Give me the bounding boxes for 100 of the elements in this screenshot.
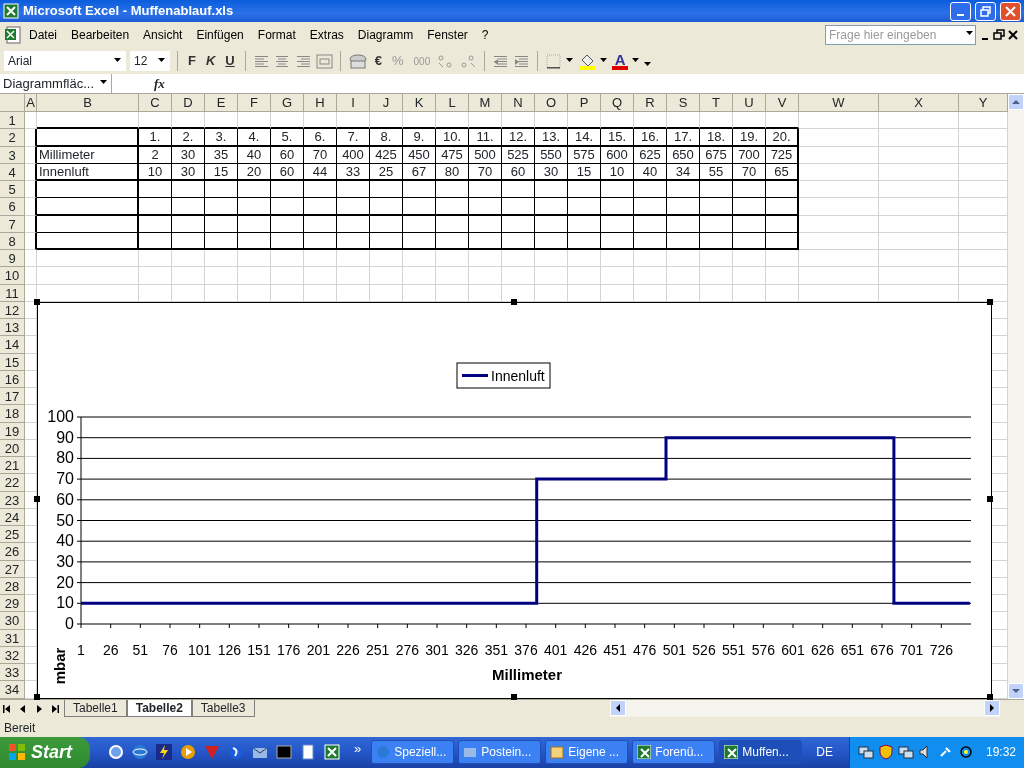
column-header[interactable]: D: [172, 94, 205, 112]
currency-icon[interactable]: [347, 52, 368, 70]
sheet-cell[interactable]: [601, 181, 634, 199]
sheet-cell[interactable]: [733, 198, 766, 216]
sheet-cell[interactable]: [205, 198, 238, 216]
menu-item[interactable]: Format: [250, 24, 303, 46]
column-header[interactable]: T: [700, 94, 733, 112]
sheet-cell[interactable]: 7.: [337, 129, 370, 147]
column-header[interactable]: N: [502, 94, 535, 112]
sheet-cell[interactable]: [25, 198, 37, 216]
bold-button[interactable]: F: [185, 50, 199, 72]
sheet-cell[interactable]: 8.: [370, 129, 403, 147]
sheet-cell[interactable]: [667, 181, 700, 199]
row-header[interactable]: 10: [0, 267, 25, 285]
sheet-cell[interactable]: [25, 129, 37, 147]
row-header[interactable]: 33: [0, 664, 25, 682]
sheet-cell[interactable]: [601, 198, 634, 216]
name-box[interactable]: Diagrammfläc...: [0, 73, 112, 94]
sheet-cell[interactable]: [634, 198, 667, 216]
scroll-right-button[interactable]: [984, 699, 1000, 716]
sheet-cell[interactable]: [403, 181, 436, 199]
last-sheet-icon[interactable]: [50, 702, 62, 715]
column-header[interactable]: O: [535, 94, 568, 112]
media-icon[interactable]: [180, 744, 196, 761]
row-header[interactable]: 2: [0, 129, 25, 147]
column-header[interactable]: V: [766, 94, 799, 112]
row-header[interactable]: 6: [0, 198, 25, 216]
sheet-cell[interactable]: 11.: [469, 129, 502, 147]
column-header[interactable]: R: [634, 94, 667, 112]
column-header[interactable]: A: [25, 94, 37, 112]
function-button[interactable]: fx: [154, 73, 165, 94]
scroll-left-button[interactable]: [610, 699, 626, 716]
sheet-cell[interactable]: [403, 198, 436, 216]
excel-icon[interactable]: [324, 744, 340, 761]
row-header[interactable]: 21: [0, 457, 25, 475]
menu-item[interactable]: Fenster: [420, 24, 475, 46]
sheet-cell[interactable]: [337, 198, 370, 216]
sheet-cell[interactable]: 5.: [271, 129, 304, 147]
sheet-cell[interactable]: [700, 181, 733, 199]
lightning-icon[interactable]: [156, 744, 172, 761]
column-header[interactable]: I: [337, 94, 370, 112]
column-header[interactable]: M: [469, 94, 502, 112]
sheet-cell[interactable]: [25, 181, 37, 199]
close-button[interactable]: [1000, 1, 1021, 21]
column-header[interactable]: H: [304, 94, 337, 112]
sheet-cell[interactable]: [469, 198, 502, 216]
sheet-cell[interactable]: 16.: [634, 129, 667, 147]
horizontal-scrollbar[interactable]: [610, 699, 1000, 717]
row-header[interactable]: 25: [0, 526, 25, 544]
menu-item[interactable]: Bearbeiten: [64, 24, 137, 46]
sheet-cell[interactable]: [502, 198, 535, 216]
sheet-cell[interactable]: [139, 181, 172, 199]
sheet-cell[interactable]: [271, 181, 304, 199]
sheet-cell[interactable]: [172, 181, 205, 199]
minimize-button[interactable]: [950, 1, 971, 21]
sheet-cell[interactable]: [502, 181, 535, 199]
sheet-cell[interactable]: 4.: [238, 129, 271, 147]
sheet-cell[interactable]: [436, 181, 469, 199]
sheet-cell[interactable]: 2.: [172, 129, 205, 147]
sheet-cell[interactable]: 19.: [733, 129, 766, 147]
close-icon[interactable]: [1006, 29, 1020, 41]
menu-item[interactable]: Ansicht: [136, 24, 190, 46]
wireless-icon[interactable]: [958, 744, 974, 761]
console-icon[interactable]: [276, 744, 292, 761]
sheet-cell[interactable]: [568, 181, 601, 199]
sheet-cell[interactable]: 9.: [403, 129, 436, 147]
font-name-field[interactable]: Arial: [4, 51, 126, 71]
taskbar-button[interactable]: Eigene ...: [545, 740, 629, 765]
sheet-cell[interactable]: [238, 181, 271, 199]
sheet-cell[interactable]: [304, 198, 337, 216]
selection-handle[interactable]: [987, 298, 993, 305]
chart-area[interactable]: 0 10 20 30 40 50 60 70 80 90 100 1 26 51 76 101 126 151 176 201 226 251 276 301 326 351 376 401 426 451 476 501 526 551 576 601 626 651 676 701 726 Innenluft Millimeter mbar: [37, 301, 992, 699]
sheet-cell[interactable]: 20.: [766, 129, 799, 147]
sheet-cell[interactable]: [568, 198, 601, 216]
row-header[interactable]: 9: [0, 250, 25, 268]
row-header[interactable]: 18: [0, 405, 25, 423]
sheet-cell[interactable]: 3.: [205, 129, 238, 147]
sheet-cell[interactable]: [304, 181, 337, 199]
more-button[interactable]: »: [354, 738, 362, 758]
selection-handle[interactable]: [987, 496, 993, 503]
shield-icon[interactable]: [878, 744, 894, 761]
font-color-button[interactable]: A: [612, 52, 629, 70]
column-header[interactable]: K: [403, 94, 436, 112]
sheet-cell[interactable]: 15.: [601, 129, 634, 147]
selection-handle[interactable]: [510, 693, 517, 700]
row-header[interactable]: 1: [0, 112, 25, 130]
fill-color-icon[interactable]: [578, 52, 597, 70]
menu-item[interactable]: Extras: [302, 24, 351, 46]
row-header[interactable]: 26: [0, 543, 25, 561]
sheet-cell[interactable]: [139, 198, 172, 216]
sheet-cell[interactable]: [535, 198, 568, 216]
help-search-field[interactable]: Frage hier eingeben: [825, 25, 976, 45]
menu-item[interactable]: Diagramm: [350, 24, 421, 46]
selection-handle[interactable]: [987, 693, 993, 700]
sheet-tab[interactable]: Tabelle1: [64, 699, 127, 717]
sheet-cell[interactable]: [469, 181, 502, 199]
caret-icon[interactable]: [566, 57, 575, 65]
sheet-cell[interactable]: [766, 198, 799, 216]
row-header[interactable]: 34: [0, 681, 25, 699]
sheet-cell[interactable]: 12.: [502, 129, 535, 147]
